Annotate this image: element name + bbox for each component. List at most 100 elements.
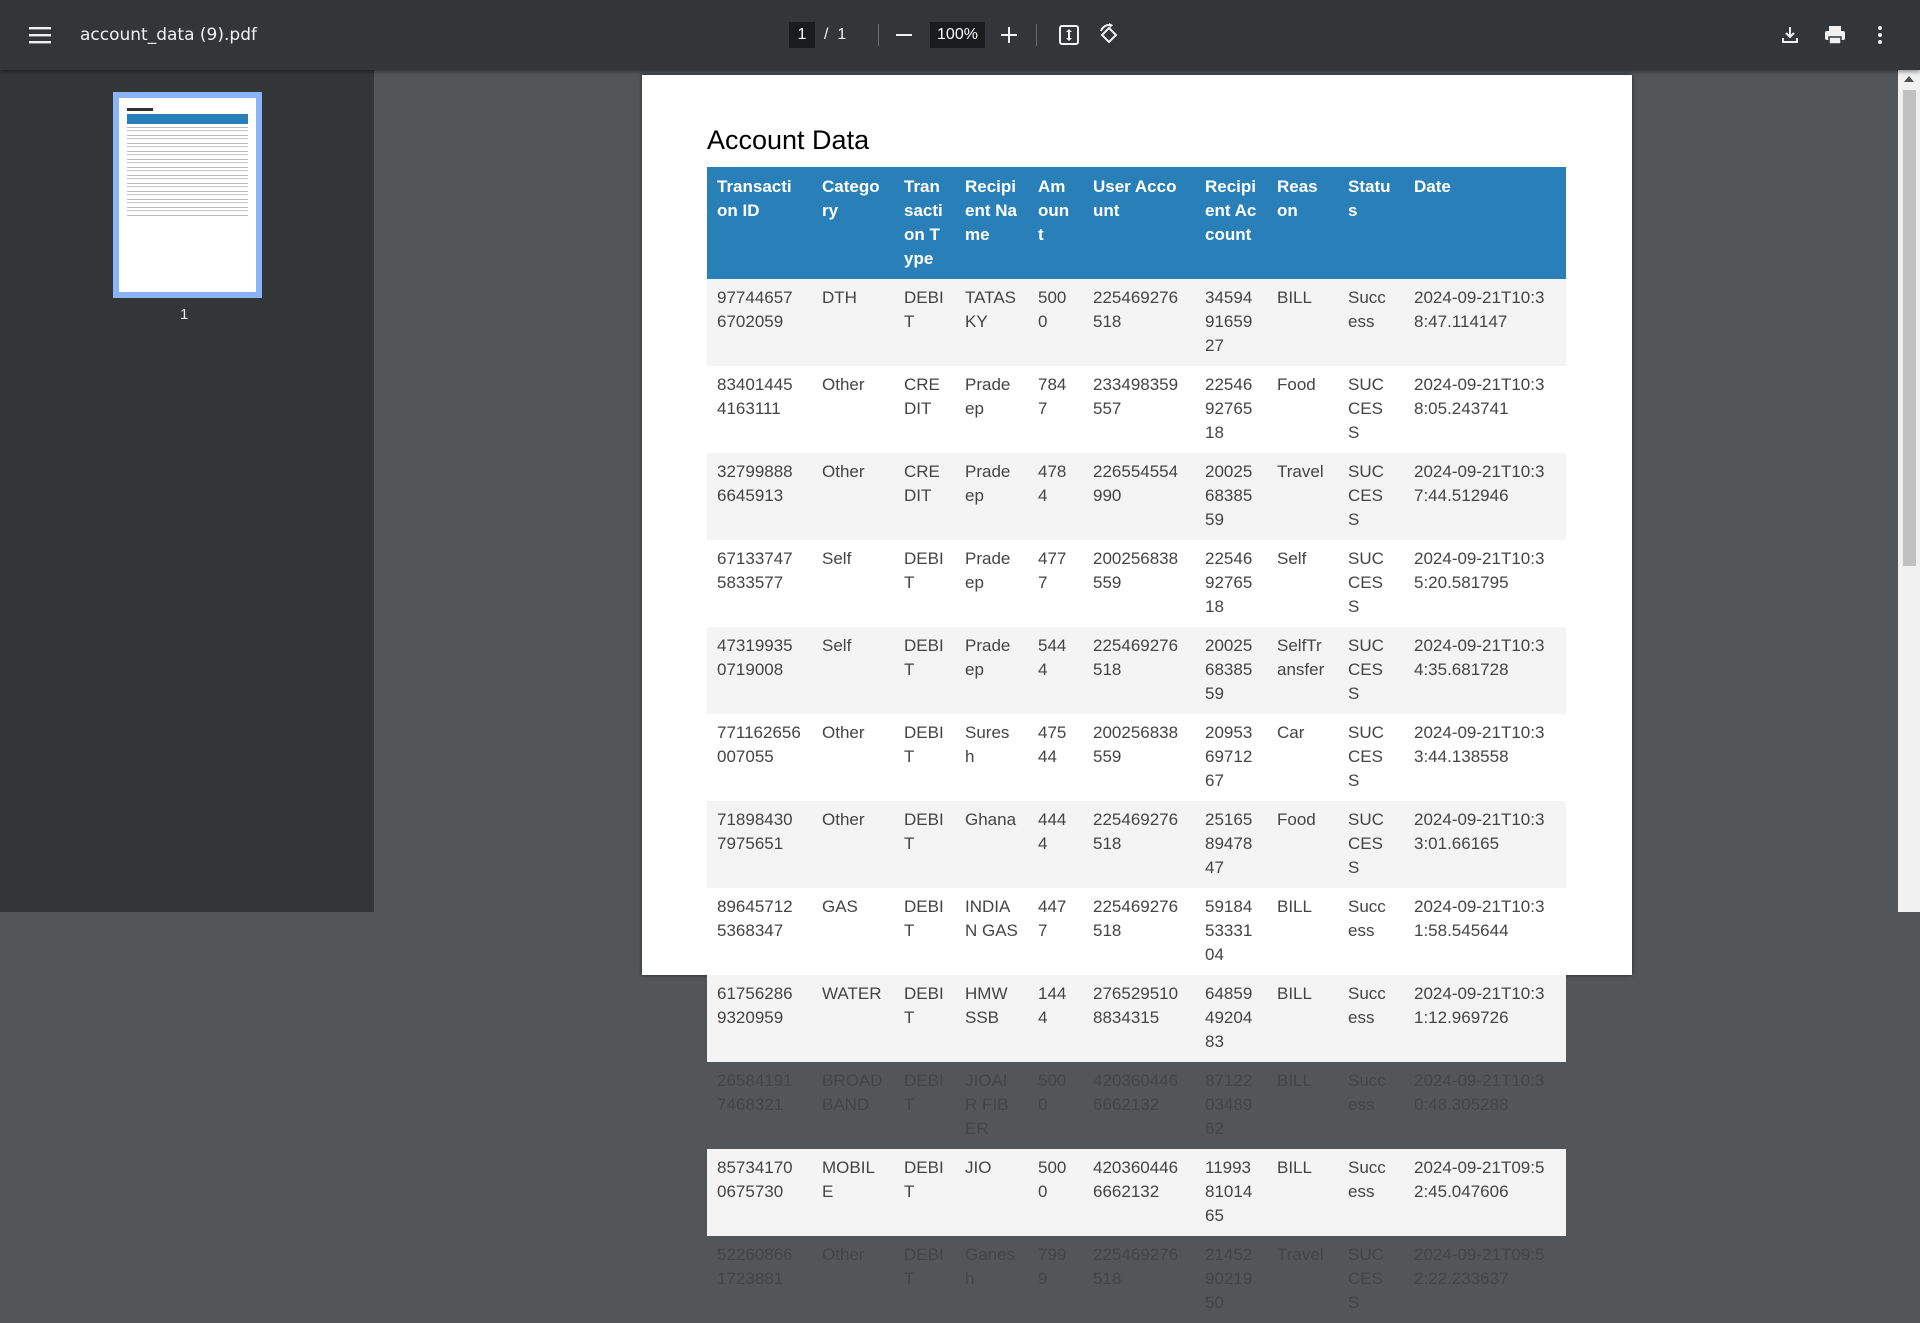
- table-row: 671337475833577 Self DEBIT Pradeep 4777 20025…: [707, 540, 1566, 627]
- table-cell: 200256838559: [1195, 453, 1267, 540]
- table-cell: 7999: [1038, 1245, 1067, 1288]
- column-header: Reason: [1267, 167, 1338, 279]
- separator: /: [824, 26, 829, 43]
- page-thumbnail[interactable]: [113, 92, 262, 298]
- rotate-button[interactable]: [1091, 17, 1127, 53]
- table-cell: SUCCESS: [1338, 627, 1404, 714]
- table-cell: Pradeep: [965, 549, 1011, 592]
- table-cell: Travel: [1267, 453, 1338, 540]
- table-cell: BILL: [1277, 897, 1312, 916]
- table-cell: BILL: [1277, 1071, 1312, 1090]
- table-cell: Other: [822, 723, 865, 742]
- table-cell: Suresh: [965, 723, 1010, 766]
- table-cell: Ghana: [955, 801, 1028, 888]
- print-icon: [1825, 26, 1845, 45]
- page-separator: / 1: [824, 26, 846, 44]
- table-cell: 119938101465: [1195, 1149, 1267, 1236]
- more-options-button[interactable]: [1862, 17, 1898, 53]
- table-cell: 5444: [1028, 627, 1083, 714]
- table-cell: Ganesh: [965, 1245, 1016, 1288]
- zoom-in-button[interactable]: [991, 17, 1027, 53]
- table-cell: BROADBAND: [822, 1071, 883, 1114]
- print-button[interactable]: [1817, 17, 1853, 53]
- table-row: 327998886645913 Other CREDIT Pradeep 4784 226…: [707, 453, 1566, 540]
- table-cell: 225469276518: [1093, 1245, 1179, 1288]
- table-cell: 225469276518: [1205, 375, 1253, 442]
- table-cell: 225469276518: [1083, 801, 1195, 888]
- column-header: Transaction Type: [894, 167, 955, 279]
- table-cell: 2024-09-21T10:31:12.969726: [1404, 975, 1566, 1062]
- table-cell: 200256838559: [1195, 627, 1267, 714]
- file-name: account_data (9).pdf: [80, 25, 257, 45]
- account-data-table: Transaction ID Category Transaction Type Re…: [707, 167, 1566, 1323]
- table-cell: 977446576702059: [707, 279, 812, 366]
- table-cell: 5000: [1028, 1149, 1083, 1236]
- table-cell: DEBIT: [904, 549, 944, 592]
- table-row: 896457125368347 GAS DEBIT INDIAN GAS 4477 225…: [707, 888, 1566, 975]
- table-cell: JIOAIR FIBER: [965, 1071, 1009, 1138]
- table-cell: Pradeep: [955, 627, 1028, 714]
- more-vert-icon: [1878, 26, 1882, 44]
- column-header: Amount: [1028, 167, 1083, 279]
- fit-page-button[interactable]: [1051, 17, 1087, 53]
- table-cell: 214529021950: [1205, 1245, 1253, 1312]
- hamburger-icon[interactable]: [22, 17, 58, 53]
- table-cell: Travel: [1277, 1245, 1324, 1264]
- table-cell: BILL: [1267, 279, 1338, 366]
- table-cell: Other: [822, 1245, 865, 1264]
- table-cell: DEBIT: [904, 723, 944, 766]
- table-cell: 2024-09-21T10:34:35.681728: [1404, 627, 1566, 714]
- table-cell: Pradeep: [965, 375, 1011, 418]
- table-cell: Food: [1267, 801, 1338, 888]
- table-cell: SUCCESS: [1348, 1245, 1384, 1312]
- table-cell: 4444: [1028, 801, 1083, 888]
- page-number-input[interactable]: 1: [789, 22, 815, 48]
- table-cell: 225469276518: [1093, 897, 1179, 940]
- scrollbar-thumb[interactable]: [1903, 90, 1916, 566]
- table-cell: CREDIT: [904, 375, 940, 418]
- thumb-rows-mark: [127, 124, 248, 216]
- table-cell: 2024-09-21T10:33:01.66165: [1404, 801, 1566, 888]
- table-cell: 225469276518: [1205, 549, 1253, 616]
- table-row: 977446576702059 DTH DEBIT TATASKY 5000 225469…: [707, 279, 1566, 366]
- zoom-out-button[interactable]: [886, 17, 922, 53]
- table-cell: Other: [812, 801, 894, 888]
- table-cell: TATASKY: [955, 279, 1028, 366]
- divider: [1036, 24, 1037, 46]
- table-cell: 2024-09-21T10:37:44.512946: [1404, 453, 1566, 540]
- table-cell: 233498359557: [1093, 375, 1179, 418]
- column-header: Status: [1338, 167, 1404, 279]
- table-cell: 2024-09-21T10:30:48.305288: [1414, 1071, 1545, 1114]
- download-icon: [1782, 27, 1798, 43]
- table-cell: 345949165927: [1195, 279, 1267, 366]
- pdf-page: Account Data Transaction ID Category Trans…: [642, 75, 1632, 1312]
- scroll-up-arrow-icon[interactable]: [1904, 76, 1914, 82]
- table-cell: 4777: [1038, 549, 1067, 592]
- table-cell: SUCCESS: [1338, 801, 1404, 888]
- table-cell: 2024-09-21T10:35:20.581795: [1414, 549, 1545, 592]
- table-cell: 200256838559: [1093, 549, 1179, 592]
- download-button[interactable]: [1772, 17, 1808, 53]
- table-cell: SUCCESS: [1348, 375, 1384, 442]
- table-cell: 251658947847: [1195, 801, 1267, 888]
- thumb-header-mark: [127, 114, 248, 124]
- table-cell: 200256838559: [1093, 723, 1179, 766]
- table-cell: INDIAN GAS: [965, 897, 1018, 940]
- table-row: 771162656007055 Other DEBIT Suresh 47544 2002…: [707, 714, 1566, 801]
- table-cell: 327998886645913: [707, 453, 812, 540]
- table-cell: DEBIT: [894, 627, 955, 714]
- table-cell: Self: [1277, 549, 1307, 568]
- table-cell: Success: [1348, 897, 1386, 940]
- document-title: Account Data: [707, 125, 870, 155]
- table-cell: 834014454163111: [717, 375, 793, 418]
- table-cell: WATER: [812, 975, 894, 1062]
- table-header-row: Transaction ID Category Transaction Type Re…: [707, 167, 1566, 279]
- table-row: 834014454163111 Other CREDIT Pradeep 7847 233…: [707, 366, 1566, 453]
- table-cell: DEBIT: [904, 897, 944, 940]
- table-cell: HMWSSB: [955, 975, 1028, 1062]
- table-cell: 4477: [1038, 897, 1067, 940]
- vertical-scrollbar[interactable]: [1898, 70, 1920, 912]
- zoom-level-input[interactable]: 100%: [930, 22, 985, 48]
- table-cell: 2024-09-21T10:31:58.545644: [1414, 897, 1545, 940]
- table-cell: 771162656007055: [717, 723, 801, 766]
